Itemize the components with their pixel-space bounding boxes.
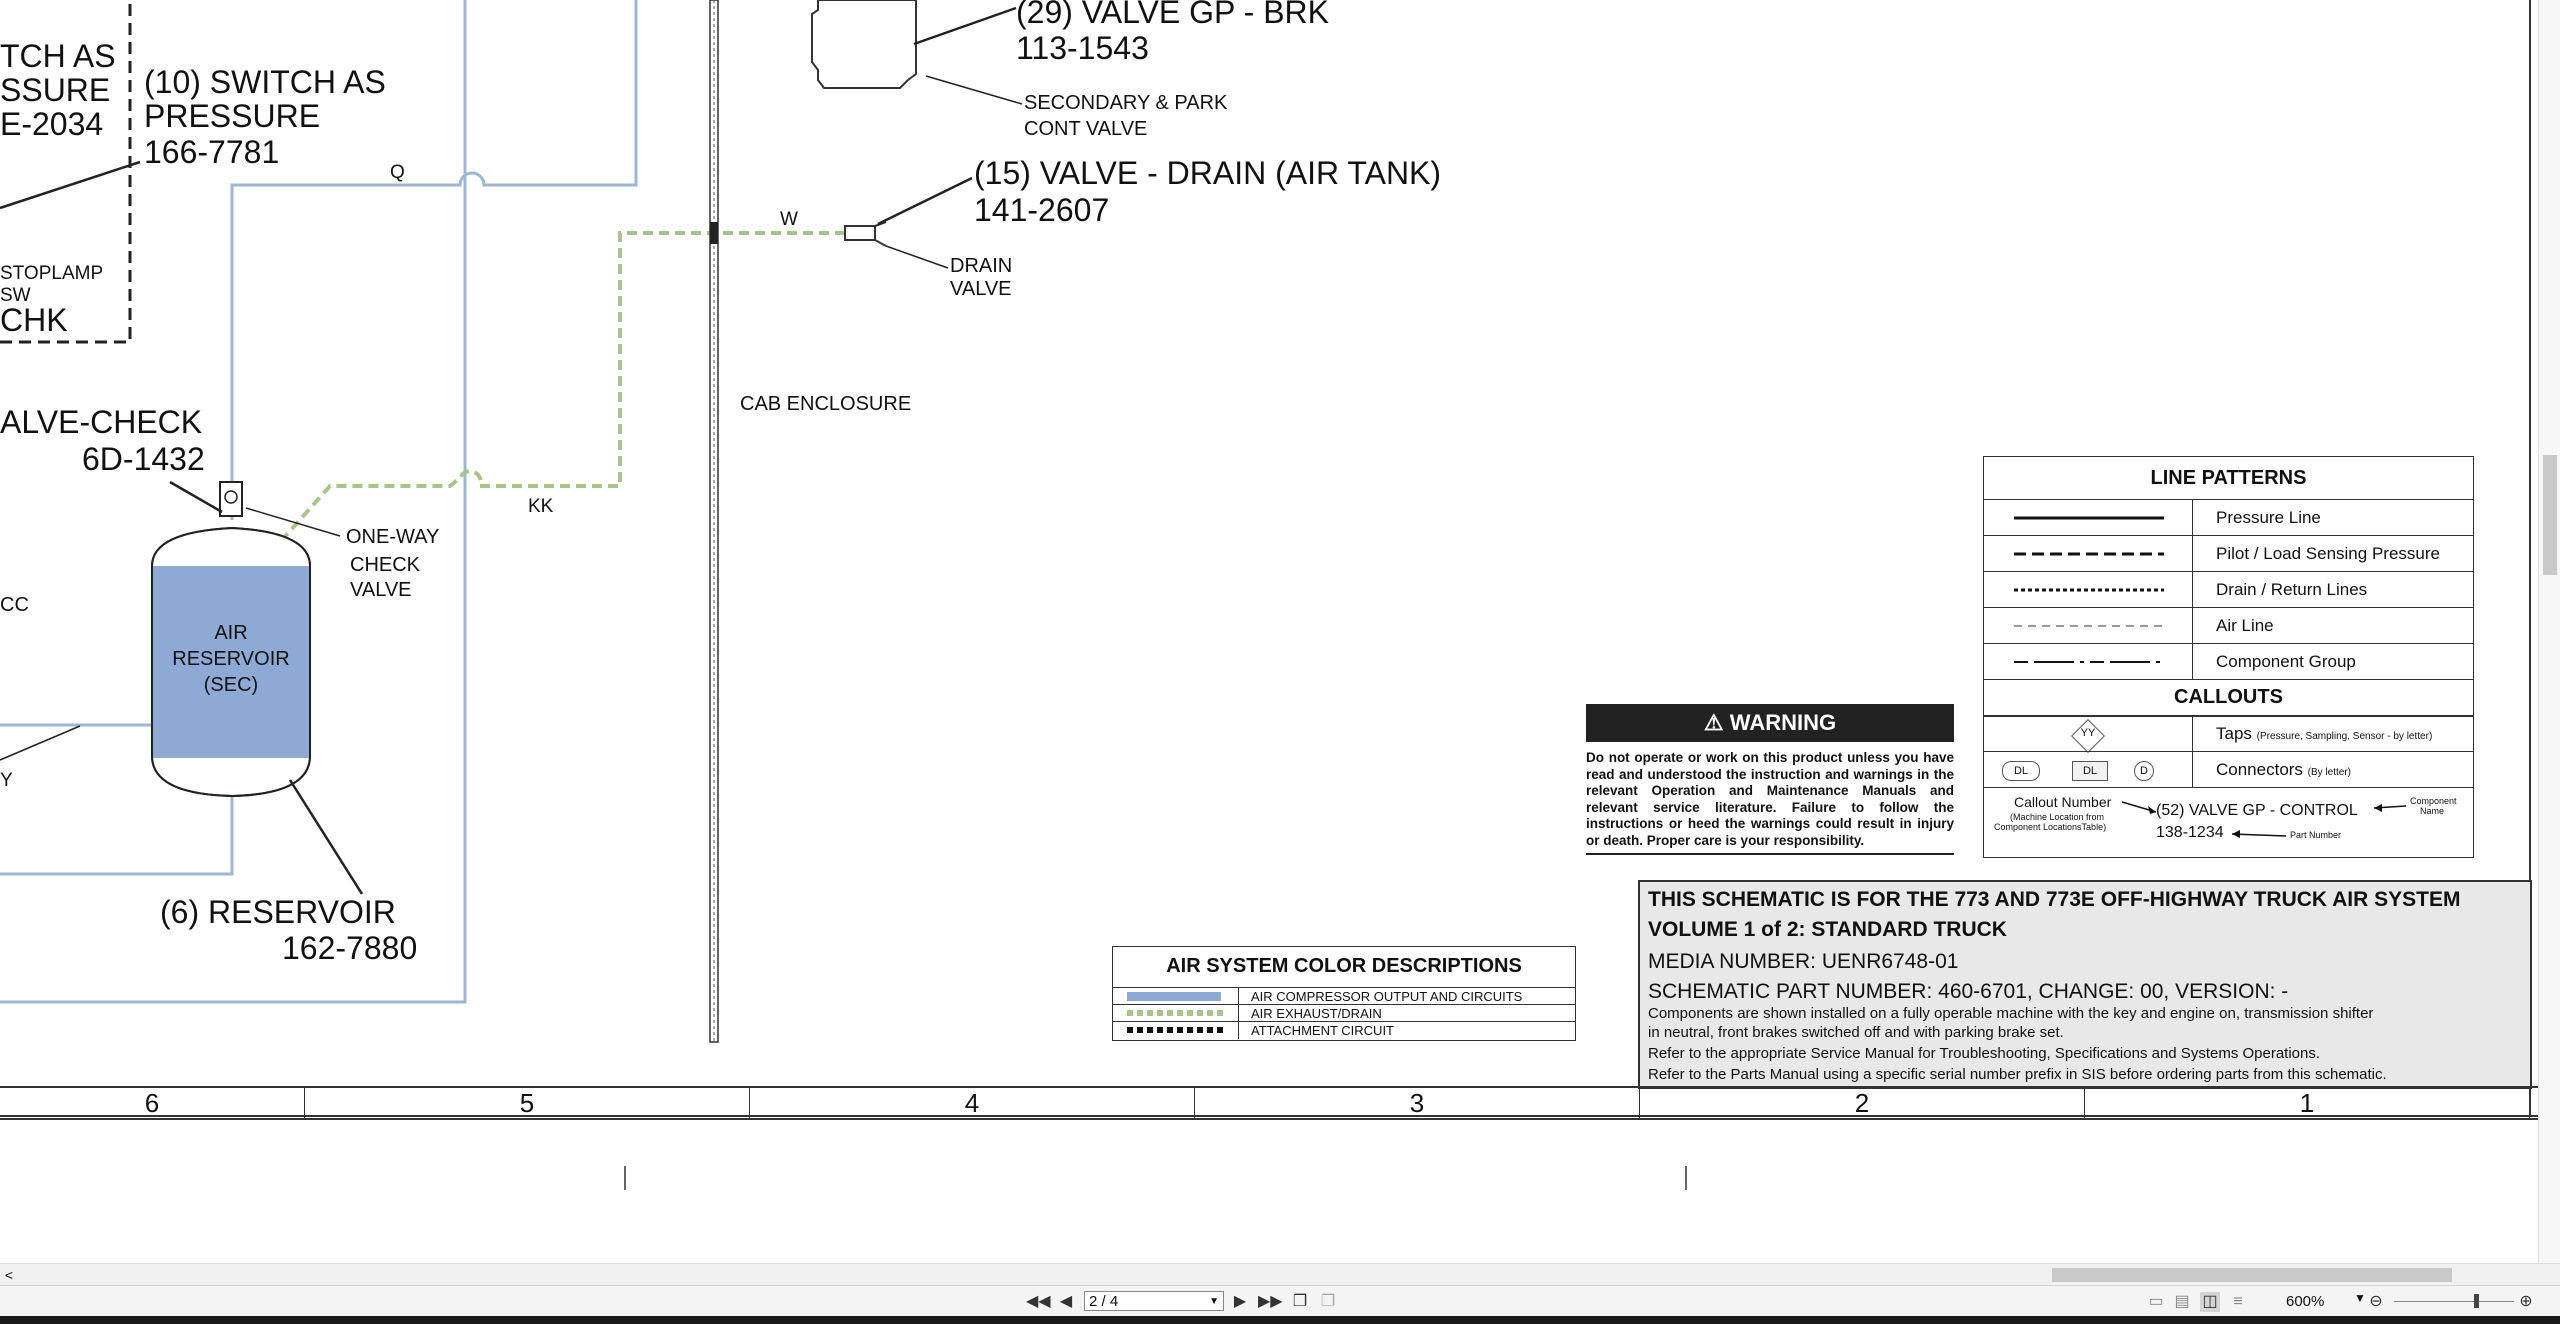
title-block: THIS SCHEMATIC IS FOR THE 773 AND 773E O… xyxy=(1638,880,2532,1089)
reservoir-label-1: AIR xyxy=(214,622,248,644)
schematic-part-number: SCHEMATIC PART NUMBER: 460-6701, CHANGE:… xyxy=(1648,980,2289,1003)
legend-row-pressure: Pressure Line xyxy=(1984,499,2473,536)
color-desc-title: AIR SYSTEM COLOR DESCRIPTIONS xyxy=(1166,955,1522,977)
vertical-scrollbar[interactable] xyxy=(2538,0,2560,1263)
wire-y: Y xyxy=(0,770,13,791)
title-line-2: VOLUME 1 of 2: STANDARD TRUCK xyxy=(1648,918,2007,941)
legend-row-group: Component Group xyxy=(1984,643,2473,680)
continuous-view-icon[interactable]: ▤ xyxy=(2172,1292,2192,1312)
reservoir-label-2: RESERVOIR xyxy=(172,648,290,670)
next-page-icon[interactable]: ▶ xyxy=(1230,1292,1250,1312)
taps-symbol: YY xyxy=(2080,727,2096,739)
zoom-slider-track[interactable] xyxy=(2394,1301,2514,1302)
taskbar-edge xyxy=(0,1316,2560,1324)
zone-4: 4 xyxy=(750,1088,1195,1118)
page-number-field[interactable]: 2 / 4 ▼ xyxy=(1084,1291,1224,1311)
media-number: MEDIA NUMBER: UENR6748-01 xyxy=(1648,950,1959,973)
warning-title-bar: ⚠ WARNING xyxy=(1586,704,1954,742)
reservoir6-part: 162-7880 xyxy=(282,930,418,966)
wire-w: W xyxy=(780,209,798,230)
first-page-icon[interactable]: ◀◀ xyxy=(1026,1292,1051,1312)
drain-label-2: VALVE xyxy=(950,278,1012,300)
legend-row-air: Air Line xyxy=(1984,607,2473,644)
zone-5: 5 xyxy=(305,1088,750,1118)
fit-width-icon[interactable]: ≡ xyxy=(2228,1292,2248,1312)
paste-icon[interactable]: ❐ xyxy=(1318,1292,1338,1312)
note-line-4: Refer to the Parts Manual using a specif… xyxy=(1648,1066,2387,1083)
prev-page-icon[interactable]: ◀ xyxy=(1056,1292,1076,1312)
line-patterns-legend: LINE PATTERNS Pressure Line Pilot / Load… xyxy=(1983,456,2474,858)
copy-icon[interactable]: ❐ xyxy=(1290,1292,1310,1312)
zoom-slider-thumb[interactable] xyxy=(2474,1294,2479,1308)
valve15-part: 141-2607 xyxy=(974,192,1110,228)
color-row-attachment: ATTACHMENT CIRCUIT xyxy=(1113,1021,1575,1039)
drain-label-1: DRAIN xyxy=(950,255,1013,277)
color-descriptions-box: AIR SYSTEM COLOR DESCRIPTIONS AIR COMPRE… xyxy=(1112,946,1576,1041)
legend-row-pilot: Pilot / Load Sensing Pressure xyxy=(1984,535,2473,572)
title-line-1: THIS SCHEMATIC IS FOR THE 773 AND 773E O… xyxy=(1648,888,2461,911)
legend-title: LINE PATTERNS xyxy=(2150,467,2307,489)
zoom-out-icon[interactable]: ⊖ xyxy=(2366,1292,2386,1312)
switch10-sub: PRESSURE xyxy=(144,98,321,134)
check-valve-symbol xyxy=(219,481,243,517)
zone-1: 1 xyxy=(2085,1088,2530,1118)
valve15-name: (15) VALVE - DRAIN (AIR TANK) xyxy=(974,155,1442,191)
stoplamp-label: STOPLAMP xyxy=(0,263,104,284)
switch10-part: 166-7781 xyxy=(144,134,280,170)
warning-text: Do not operate or work on this product u… xyxy=(1586,750,1954,855)
zone-3: 3 xyxy=(1195,1088,1640,1118)
single-page-view-icon[interactable]: ▭ xyxy=(2146,1292,2166,1312)
secondary-label-1: SECONDARY & PARK xyxy=(1024,92,1228,114)
switch-left-label: TCH AS xyxy=(0,38,116,74)
oneway-label: ONE-WAY xyxy=(346,526,440,548)
valve29-name: (29) VALVE GP - BRK xyxy=(1016,0,1329,30)
zoom-dropdown-icon[interactable]: ▼ xyxy=(2354,1291,2366,1305)
switch-left-part: E-2034 xyxy=(0,106,104,142)
secondary-label-2: CONT VALVE xyxy=(1024,118,1148,140)
check-valve-part: 6D-1432 xyxy=(82,441,205,477)
zoom-level[interactable]: 600% xyxy=(2286,1293,2324,1310)
vertical-scroll-thumb[interactable] xyxy=(2543,455,2557,575)
color-row-exhaust: AIR EXHAUST/DRAIN xyxy=(1113,1004,1575,1022)
chk-label: CHK xyxy=(0,302,68,338)
check-valve-name: ALVE-CHECK xyxy=(0,404,203,440)
zoom-in-icon[interactable]: ⊕ xyxy=(2516,1292,2536,1312)
viewer-statusbar: ◀◀ ◀ 2 / 4 ▼ ▶ ▶▶ ❐ ❐ ▭ ▤ ◫ ≡ 600% ▼ ⊖ ⊕ xyxy=(0,1285,2560,1317)
two-page-view-icon[interactable]: ◫ xyxy=(2200,1292,2220,1312)
note-line-1: Components are shown installed on a full… xyxy=(1648,1005,2374,1022)
note-line-2: in neutral, front brakes switched off an… xyxy=(1648,1024,2064,1041)
zone-2: 2 xyxy=(1640,1088,2085,1118)
warning-icon: ⚠ xyxy=(1703,710,1724,735)
switch-left-sub: SSURE xyxy=(0,72,111,108)
legend-row-taps: YY Taps (Pressure, Sampling, Sensor - by… xyxy=(1984,715,2473,753)
color-row-compressor: AIR COMPRESSOR OUTPUT AND CIRCUITS xyxy=(1113,987,1575,1005)
note-line-3: Refer to the appropriate Service Manual … xyxy=(1648,1045,2321,1062)
brake-valve-symbol xyxy=(811,0,917,89)
zone-6: 6 xyxy=(0,1088,305,1118)
horizontal-scrollbar[interactable]: < xyxy=(0,1263,2560,1286)
horizontal-scroll-thumb[interactable] xyxy=(2052,1268,2452,1282)
switch10-title: (10) SWITCH AS xyxy=(144,64,386,100)
cab-enclosure-label: CAB ENCLOSURE xyxy=(740,393,912,415)
valve29-part: 113-1543 xyxy=(1016,30,1149,66)
wire-cc: CC xyxy=(0,594,29,616)
warning-block: ⚠ WARNING Do not operate or work on this… xyxy=(1586,704,1954,855)
wire-kk: KK xyxy=(528,496,554,517)
exhaust-line xyxy=(280,231,845,542)
zone-strip: 6 5 4 3 2 1 xyxy=(0,1086,2540,1120)
scroll-left-button[interactable]: < xyxy=(2,1266,16,1284)
reservoir6-name: (6) RESERVOIR xyxy=(160,894,396,930)
wire-q: Q xyxy=(390,162,405,183)
oneway-check: CHECK xyxy=(350,554,421,576)
oneway-valve: VALVE xyxy=(350,579,412,601)
legend-row-callout-example: Callout Number (Machine Location from Co… xyxy=(1984,787,2473,856)
callouts-header-row: CALLOUTS xyxy=(1984,679,2473,717)
legend-row-connectors: DL DL D Connectors (By letter) xyxy=(1984,751,2473,788)
last-page-icon[interactable]: ▶▶ xyxy=(1258,1292,1283,1312)
legend-row-drain: Drain / Return Lines xyxy=(1984,571,2473,608)
reservoir-label-3: (SEC) xyxy=(203,674,259,696)
